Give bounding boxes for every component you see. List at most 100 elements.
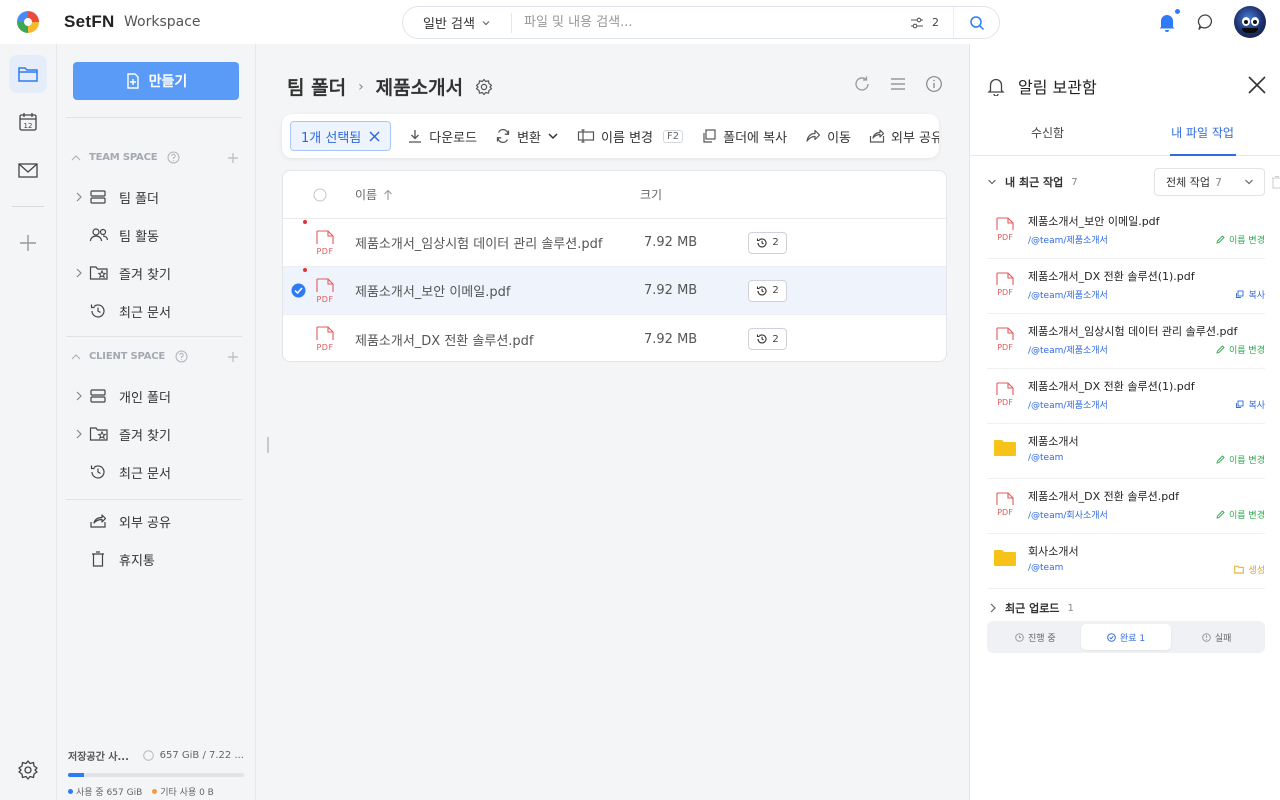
tab-inbox[interactable]: 수신함: [970, 124, 1125, 155]
activity-item[interactable]: PDF 제품소개서_보안 이메일.pdf /@team/제품소개서 이름 변경: [987, 204, 1265, 259]
chevron-right-icon[interactable]: [75, 391, 89, 401]
activity-path-link[interactable]: /@team/제품소개서: [1028, 398, 1108, 411]
version-history-button[interactable]: 2: [748, 328, 787, 350]
sidebar-item-team-recent[interactable]: 최근 문서: [75, 299, 171, 323]
notification-button[interactable]: [1156, 8, 1181, 33]
tab-in-progress[interactable]: 진행 중: [990, 624, 1081, 650]
sidebar-item-label: 팀 폴더: [119, 191, 160, 207]
gear-icon[interactable]: [475, 78, 493, 96]
make-button[interactable]: 만들기: [73, 62, 239, 100]
activity-item[interactable]: PDF 제품소개서_DX 전환 솔루션(1).pdf /@team/제품소개서 복사: [987, 259, 1265, 314]
activity-item[interactable]: 제품소개서 /@team 이름 변경: [987, 424, 1265, 479]
search-button[interactable]: [953, 7, 999, 38]
activity-path-link[interactable]: /@team/제품소개서: [1028, 288, 1108, 301]
app-logo-icon[interactable]: [17, 11, 39, 33]
select-all-checkbox[interactable]: [313, 188, 327, 202]
chat-button[interactable]: [1196, 12, 1216, 32]
external-share-button[interactable]: 외부 공유: [869, 127, 939, 146]
close-icon[interactable]: [1248, 76, 1266, 94]
move-button[interactable]: 이동: [805, 127, 851, 146]
team-space-header[interactable]: TEAM SPACE: [71, 151, 239, 164]
sidebar-item-external-share[interactable]: 외부 공유: [75, 509, 171, 533]
sidebar-item-team-activity[interactable]: 팀 활동: [75, 223, 159, 247]
table-row[interactable]: PDF 제품소개서_DX 전환 솔루션.pdf 7.92 MB 2: [283, 315, 946, 361]
search-input[interactable]: [512, 15, 910, 30]
new-file-icon: [126, 73, 139, 89]
activity-path-link[interactable]: /@team: [1028, 453, 1063, 463]
recent-uploads-header[interactable]: 최근 업로드 1: [989, 600, 1074, 616]
sidebar-divider: [66, 499, 242, 500]
add-team-space-icon[interactable]: [227, 152, 239, 164]
rail-add-button[interactable]: [9, 224, 47, 262]
copy-to-folder-button[interactable]: 폴더에 복사: [701, 127, 787, 146]
people-icon: [89, 227, 111, 243]
chevron-right-icon[interactable]: [75, 429, 89, 439]
trash-icon: [89, 550, 111, 568]
version-count: 2: [772, 237, 779, 248]
activity-status: 이름 변경: [1216, 508, 1265, 521]
chevron-right-icon[interactable]: [75, 268, 89, 278]
chevron-right-icon[interactable]: [75, 192, 89, 202]
help-icon[interactable]: [175, 350, 188, 363]
search-filter-button[interactable]: 2: [910, 16, 953, 29]
convert-button[interactable]: 변환: [495, 127, 559, 146]
search-type-select[interactable]: 일반 검색: [403, 13, 511, 32]
mail-icon: [18, 163, 38, 178]
refresh-icon[interactable]: [853, 75, 871, 93]
activity-path-link[interactable]: /@team/제품소개서: [1028, 233, 1108, 246]
chevron-down-icon[interactable]: [987, 177, 997, 187]
sidebar-item-team-folder[interactable]: 팀 폴더: [75, 185, 159, 209]
table-row[interactable]: PDF 제품소개서_임상시험 데이터 관리 솔루션.pdf 7.92 MB 2: [283, 219, 946, 267]
name-column-header[interactable]: 이름: [355, 186, 640, 203]
tab-completed[interactable]: 완료 1: [1080, 624, 1172, 650]
version-history-button[interactable]: 2: [748, 231, 787, 254]
task-filter-select[interactable]: 전체 작업 7: [1154, 168, 1265, 196]
pdf-file-icon: PDF: [303, 267, 355, 304]
breadcrumb-root[interactable]: 팀 폴더: [287, 73, 346, 100]
close-icon[interactable]: [369, 130, 380, 142]
sidebar-item-trash[interactable]: 휴지통: [75, 547, 155, 571]
sidebar-item-client-favorites[interactable]: 즐겨 찾기: [75, 422, 171, 446]
info-icon[interactable]: [925, 75, 943, 93]
add-client-space-icon[interactable]: [227, 351, 239, 363]
download-button[interactable]: 다운로드: [407, 127, 477, 146]
table-header: 이름 크기: [283, 171, 946, 219]
client-space-header[interactable]: CLIENT SPACE: [71, 350, 239, 363]
sidebar-item-team-favorites[interactable]: 즐겨 찾기: [75, 261, 171, 285]
selection-chip[interactable]: 1개 선택됨: [290, 121, 392, 151]
tab-failed[interactable]: 실패: [1171, 624, 1262, 650]
breadcrumb-separator: ›: [358, 78, 364, 95]
rail-mail-button[interactable]: [9, 151, 47, 189]
activity-item[interactable]: 회사소개서 /@team 생성: [987, 534, 1265, 589]
row-checkbox-checked[interactable]: [291, 283, 306, 298]
size-column-header[interactable]: 크기: [640, 186, 740, 203]
new-indicator: [303, 219, 307, 224]
trash-icon[interactable]: [1271, 175, 1280, 189]
activity-item[interactable]: PDF 제품소개서_임상시험 데이터 관리 솔루션.pdf /@team/제품소개서…: [987, 314, 1265, 369]
storage-label: 저장공간 사...: [68, 752, 129, 763]
table-row[interactable]: PDF 제품소개서_보안 이메일.pdf 7.92 MB 2: [283, 267, 946, 315]
resize-handle[interactable]: [267, 437, 269, 453]
avatar[interactable]: [1234, 6, 1266, 38]
star-folder-icon: [89, 426, 111, 442]
main-content: 팀 폴더 › 제품소개서 1개 선택됨 다운로드 변환 이름 변경 F2 폴더에…: [256, 44, 969, 800]
history-icon: [757, 334, 767, 344]
activity-path-link[interactable]: /@team/제품소개서: [1028, 343, 1108, 356]
help-icon[interactable]: [167, 151, 180, 164]
rail-files-button[interactable]: [9, 55, 47, 93]
tab-my-file-tasks[interactable]: 내 파일 작업: [1125, 124, 1280, 156]
sidebar-item-client-recent[interactable]: 최근 문서: [75, 460, 171, 484]
list-view-icon[interactable]: [889, 75, 907, 93]
rail-calendar-button[interactable]: 12: [9, 103, 47, 141]
rail-settings-button[interactable]: [9, 751, 47, 789]
sidebar-divider: [66, 117, 242, 118]
activity-item[interactable]: PDF 제품소개서_DX 전환 솔루션.pdf /@team/회사소개서 이름 변경: [987, 479, 1265, 534]
rename-button[interactable]: 이름 변경 F2: [577, 127, 684, 146]
version-history-button[interactable]: 2: [748, 279, 787, 302]
copy-icon: [1235, 290, 1244, 299]
activity-item[interactable]: PDF 제품소개서_DX 전환 솔루션(1).pdf /@team/제품소개서 복사: [987, 369, 1265, 424]
sidebar-item-personal-folder[interactable]: 개인 폴더: [75, 384, 171, 408]
activity-path-link[interactable]: /@team/회사소개서: [1028, 508, 1108, 521]
info-icon[interactable]: [142, 750, 154, 761]
activity-path-link[interactable]: /@team: [1028, 563, 1063, 573]
